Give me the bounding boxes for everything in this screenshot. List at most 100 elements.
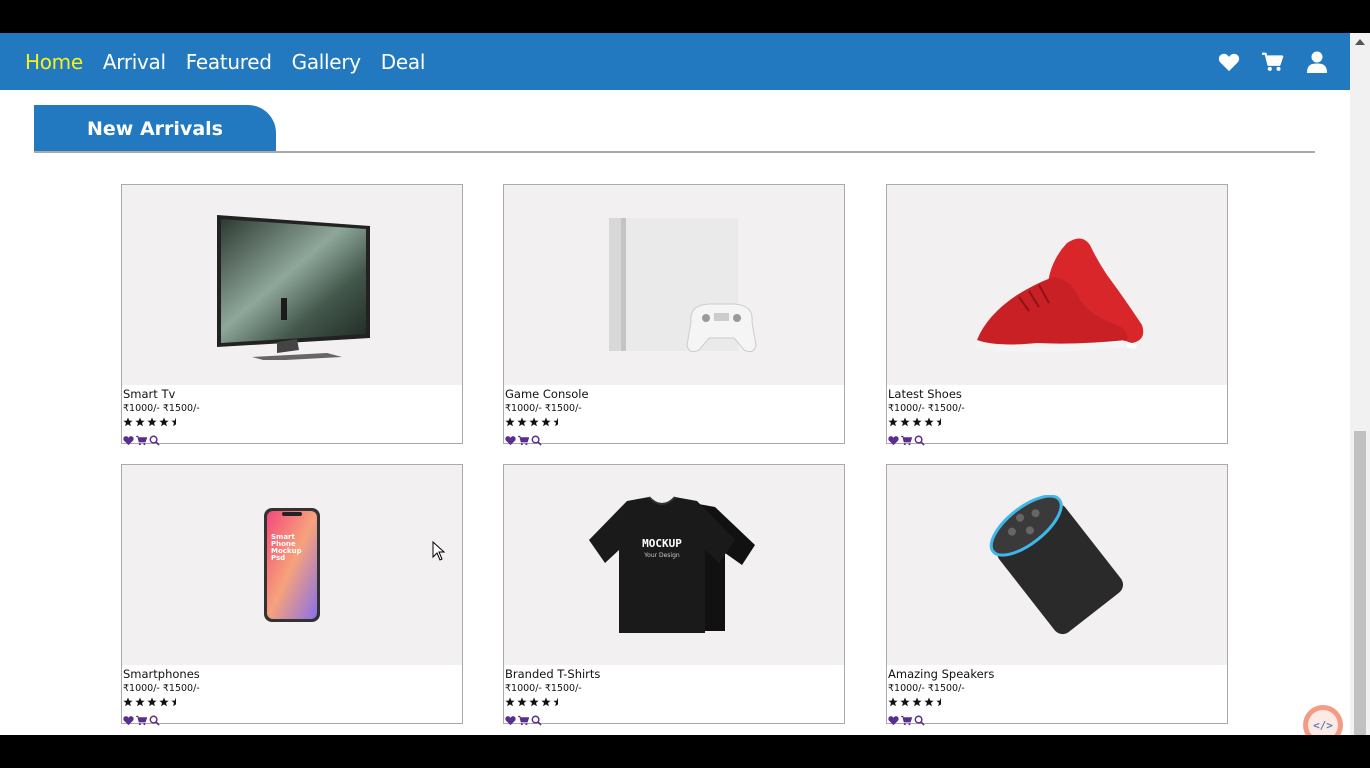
- product-card[interactable]: Game Console ₹1000/- ₹1500/-: [503, 184, 845, 446]
- section-title: New Arrivals: [34, 105, 276, 153]
- star-icon: [924, 697, 934, 707]
- heart-icon[interactable]: [888, 711, 899, 726]
- product-card[interactable]: MOCKUP Your Design Branded T-Shirts ₹100…: [503, 464, 845, 726]
- product-price: ₹1000/- ₹1500/-: [888, 403, 965, 414]
- search-icon[interactable]: [149, 711, 160, 726]
- star-icon: [541, 417, 551, 427]
- star-icon: [147, 697, 157, 707]
- product-actions: [888, 711, 925, 726]
- product-image[interactable]: [887, 465, 1227, 665]
- code-button[interactable]: </>: [1303, 705, 1343, 735]
- vertical-scrollbar[interactable]: [1350, 33, 1370, 735]
- star-icon: [123, 697, 133, 707]
- star-icon: [900, 417, 910, 427]
- product-card[interactable]: Amazing Speakers ₹1000/- ₹1500/-: [886, 464, 1228, 726]
- star-icon: [147, 417, 157, 427]
- scrollbar-thumb[interactable]: [1354, 431, 1366, 735]
- navbar: Home Arrival Featured Gallery Deal: [0, 33, 1350, 90]
- product-actions: [505, 431, 542, 446]
- user-icon[interactable]: [1306, 51, 1328, 73]
- star-icon: [505, 697, 515, 707]
- heart-icon[interactable]: [505, 431, 516, 446]
- half-star-icon: [171, 417, 176, 427]
- nav-link-arrival[interactable]: Arrival: [103, 50, 166, 74]
- half-star-icon: [171, 697, 176, 707]
- nav-links: Home Arrival Featured Gallery Deal: [25, 33, 425, 90]
- search-icon[interactable]: [914, 431, 925, 446]
- product-rating: [123, 697, 181, 707]
- product-price: ₹1000/- ₹1500/-: [505, 683, 582, 694]
- search-icon[interactable]: [531, 431, 542, 446]
- product-actions: [123, 431, 160, 446]
- star-icon: [123, 417, 133, 427]
- product-price: ₹1000/- ₹1500/-: [123, 683, 200, 694]
- star-icon: [159, 417, 169, 427]
- product-image[interactable]: [504, 185, 844, 385]
- nav-icons: [1218, 33, 1328, 90]
- nav-link-home[interactable]: Home: [25, 50, 83, 74]
- product-image[interactable]: MOCKUP Your Design: [504, 465, 844, 665]
- search-icon[interactable]: [531, 711, 542, 726]
- star-icon: [529, 697, 539, 707]
- heart-icon[interactable]: [888, 431, 899, 446]
- product-actions: [505, 711, 542, 726]
- nav-link-featured[interactable]: Featured: [186, 50, 272, 74]
- section-divider: [34, 151, 1315, 153]
- monitor-image: [217, 215, 370, 360]
- cart-icon[interactable]: [136, 431, 148, 446]
- nav-link-deal[interactable]: Deal: [381, 50, 426, 74]
- half-star-icon: [936, 417, 941, 427]
- cart-icon[interactable]: [518, 431, 530, 446]
- tshirt-image: MOCKUP Your Design: [588, 496, 755, 633]
- cart-icon[interactable]: [518, 711, 530, 726]
- product-name: Branded T-Shirts: [505, 667, 601, 681]
- product-image[interactable]: Smart Phone Mockup Psd: [122, 465, 462, 665]
- heart-icon[interactable]: [505, 711, 516, 726]
- console-image: [609, 218, 757, 353]
- product-image[interactable]: [887, 185, 1227, 385]
- star-icon: [924, 417, 934, 427]
- star-icon: [517, 697, 527, 707]
- heart-icon[interactable]: [123, 711, 134, 726]
- product-name: Smartphones: [123, 667, 200, 681]
- search-icon[interactable]: [914, 711, 925, 726]
- product-actions: [123, 711, 160, 726]
- tshirt-print-subtext: Your Design: [643, 552, 680, 559]
- tshirt-print-text: MOCKUP: [642, 537, 682, 550]
- speaker-image: [989, 495, 1123, 635]
- scroll-up-icon[interactable]: [1355, 39, 1365, 45]
- star-icon: [888, 697, 898, 707]
- star-icon: [912, 697, 922, 707]
- product-price: ₹1000/- ₹1500/-: [505, 403, 582, 414]
- product-card[interactable]: Smart Phone Mockup Psd Smartphones ₹1000/- …: [121, 464, 463, 726]
- product-name: Amazing Speakers: [888, 667, 995, 681]
- star-icon: [529, 417, 539, 427]
- nav-link-gallery[interactable]: Gallery: [292, 50, 361, 74]
- mouse-cursor-icon: [432, 541, 446, 561]
- star-icon: [505, 417, 515, 427]
- product-image[interactable]: [122, 185, 462, 385]
- heart-icon[interactable]: [1218, 51, 1240, 73]
- star-icon: [900, 697, 910, 707]
- product-rating: [505, 417, 563, 427]
- star-icon: [159, 697, 169, 707]
- search-icon[interactable]: [149, 431, 160, 446]
- product-rating: [123, 417, 181, 427]
- product-card[interactable]: Latest Shoes ₹1000/- ₹1500/-: [886, 184, 1228, 446]
- product-price: ₹1000/- ₹1500/-: [888, 683, 965, 694]
- star-icon: [135, 697, 145, 707]
- heart-icon[interactable]: [123, 431, 134, 446]
- code-icon: </>: [1308, 710, 1338, 735]
- cart-icon[interactable]: [136, 711, 148, 726]
- half-star-icon: [553, 417, 558, 427]
- browser-viewport: Home Arrival Featured Gallery Deal New A…: [0, 33, 1370, 735]
- cart-icon[interactable]: [901, 711, 913, 726]
- product-card[interactable]: Smart Tv ₹1000/- ₹1500/-: [121, 184, 463, 446]
- shoes-image: [975, 238, 1144, 352]
- product-rating: [505, 697, 563, 707]
- cart-icon[interactable]: [901, 431, 913, 446]
- product-actions: [888, 431, 925, 446]
- product-rating: [888, 697, 946, 707]
- cart-icon[interactable]: [1262, 51, 1284, 73]
- product-name: Smart Tv: [123, 387, 176, 401]
